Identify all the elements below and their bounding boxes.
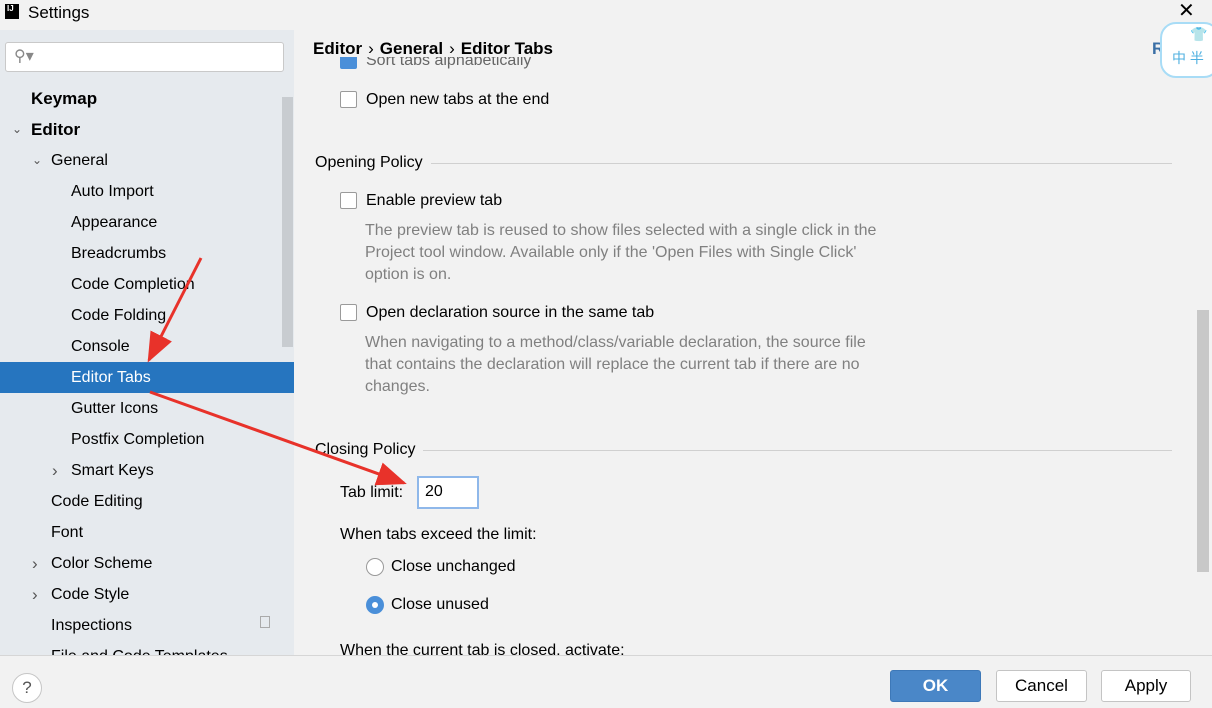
sidebar: ⚲▾ Keymap ⌄ Editor ⌄ General Auto Import Appea… (0, 30, 294, 655)
sidebar-item-keymap[interactable]: Keymap (0, 83, 294, 114)
open-new-tabs-end-checkbox[interactable] (340, 91, 357, 108)
breadcrumb-item[interactable]: General (380, 39, 443, 58)
search-icon: ⚲▾ (14, 48, 34, 65)
sidebar-item-label: Code Folding (71, 307, 167, 324)
sidebar-item-label: Code Editing (51, 493, 143, 510)
ok-button[interactable]: OK (890, 670, 981, 702)
sidebar-item-label: Smart Keys (71, 462, 154, 479)
sidebar-item-general[interactable]: ⌄ General (0, 145, 294, 176)
sidebar-item-label: Inspections (51, 617, 132, 634)
enable-preview-tab-label: Enable preview tab (366, 192, 503, 209)
sidebar-item-console[interactable]: Console (0, 331, 294, 362)
preview-tab-description: The preview tab is reused to show files … (365, 222, 877, 283)
shirt-icon: 👕 (1190, 26, 1208, 42)
title-bar: IJ Settings ✕ (0, 0, 1212, 30)
chevron-right-icon[interactable]: › (32, 548, 38, 579)
sidebar-item-label: Auto Import (71, 183, 154, 200)
sidebar-item-label: File and Code Templates (51, 641, 228, 655)
sidebar-item-code-editing[interactable]: Code Editing (0, 486, 294, 517)
sidebar-item-label: Appearance (71, 214, 158, 231)
chevron-right-icon[interactable]: › (52, 455, 58, 486)
help-button[interactable]: ? (12, 673, 42, 703)
breadcrumb: Editor › General › Editor Tabs (313, 39, 1153, 58)
declaration-description: When navigating to a method/class/variab… (365, 334, 866, 395)
sidebar-item-code-completion[interactable]: Code Completion (0, 269, 294, 300)
chevron-down-icon[interactable]: ⌄ (12, 114, 22, 145)
sidebar-scrollbar[interactable] (282, 97, 293, 347)
breadcrumb-item: Editor Tabs (460, 39, 554, 58)
ime-widget[interactable]: 👕 中 半 (1160, 22, 1212, 78)
sidebar-item-label: Editor Tabs (71, 369, 151, 386)
sidebar-item-label: Editor (31, 120, 81, 139)
sidebar-item-appearance[interactable]: Appearance (0, 207, 294, 238)
sidebar-item-code-folding[interactable]: Code Folding (0, 300, 294, 331)
settings-content: Editor › General › Editor Tabs R Sort tabs a… (294, 30, 1212, 655)
sidebar-item-editor[interactable]: ⌄ Editor (0, 114, 294, 145)
enable-preview-tab-checkbox[interactable] (340, 192, 357, 209)
opening-policy-section: Opening Policy (315, 154, 1172, 172)
sidebar-item-label: Code Style (51, 586, 130, 603)
sidebar-item-label: Console (71, 338, 130, 355)
apply-button[interactable]: Apply (1101, 670, 1191, 702)
breadcrumb-item[interactable]: Editor (313, 39, 362, 58)
close-unchanged-label: Close unchanged (391, 558, 516, 575)
chevron-right-icon[interactable]: › (32, 579, 38, 610)
section-title: Closing Policy (315, 441, 416, 458)
content-scrollbar[interactable] (1197, 310, 1209, 572)
ime-mode-icon: 中 半 (1172, 50, 1204, 66)
app-logo-icon: IJ (5, 4, 19, 19)
close-unused-label: Close unused (391, 596, 489, 613)
sidebar-item-code-style[interactable]: › Code Style (0, 579, 294, 610)
open-declaration-same-tab-label: Open declaration source in the same tab (366, 304, 655, 321)
sidebar-item-label: Keymap (31, 89, 98, 108)
sidebar-item-gutter-icons[interactable]: Gutter Icons (0, 393, 294, 424)
sidebar-item-breadcrumbs[interactable]: Breadcrumbs (0, 238, 294, 269)
closed-activate-label: When the current tab is closed, activate… (340, 642, 625, 655)
tab-limit-input[interactable]: 20 (417, 476, 479, 509)
sidebar-item-postfix-completion[interactable]: Postfix Completion (0, 424, 294, 455)
cancel-button[interactable]: Cancel (996, 670, 1087, 702)
close-unchanged-radio[interactable] (366, 558, 384, 576)
sidebar-item-editor-tabs[interactable]: Editor Tabs (0, 362, 294, 393)
sidebar-item-inspections[interactable]: Inspections (0, 610, 294, 641)
closing-policy-section: Closing Policy (315, 441, 1172, 459)
sidebar-item-label: Breadcrumbs (71, 245, 167, 262)
chevron-down-icon[interactable]: ⌄ (32, 145, 42, 176)
tab-limit-label: Tab limit: (340, 484, 404, 501)
sidebar-item-smart-keys[interactable]: › Smart Keys (0, 455, 294, 486)
window-title: Settings (28, 3, 90, 22)
copy-icon (260, 616, 270, 628)
sidebar-item-label: Gutter Icons (71, 400, 159, 417)
open-new-tabs-end-label: Open new tabs at the end (366, 91, 550, 108)
section-title: Opening Policy (315, 154, 423, 171)
sidebar-item-auto-import[interactable]: Auto Import (0, 176, 294, 207)
sidebar-item-font[interactable]: Font (0, 517, 294, 548)
sidebar-item-label: Color Scheme (51, 555, 153, 572)
dialog-footer: ? OK Cancel Apply (0, 655, 1212, 708)
sidebar-item-label: Font (51, 524, 84, 541)
sidebar-item-color-scheme[interactable]: › Color Scheme (0, 548, 294, 579)
sidebar-item-label: Postfix Completion (71, 431, 205, 448)
sidebar-item-label: Code Completion (71, 276, 195, 293)
exceed-limit-label: When tabs exceed the limit: (340, 526, 537, 543)
open-declaration-same-tab-checkbox[interactable] (340, 304, 357, 321)
search-input[interactable]: ⚲▾ (5, 42, 284, 72)
close-unused-radio[interactable] (366, 596, 384, 614)
sidebar-item-label: General (51, 152, 108, 169)
close-icon[interactable]: ✕ (1178, 0, 1195, 23)
sidebar-item-file-and-code-templates[interactable]: File and Code Templates (0, 641, 294, 655)
